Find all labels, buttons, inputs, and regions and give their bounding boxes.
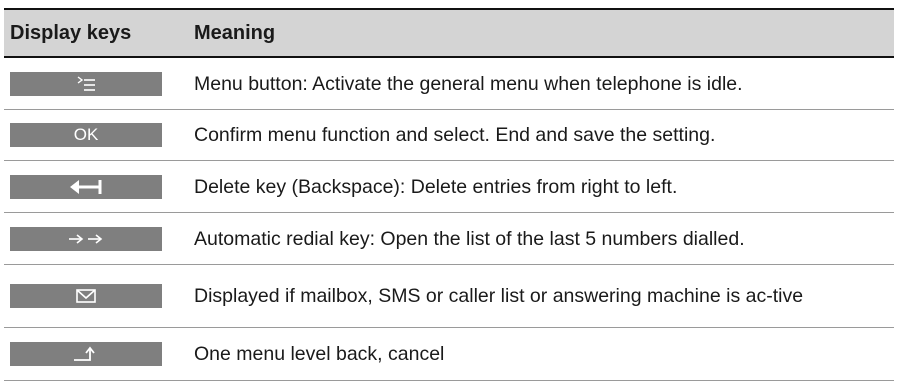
table-row: Delete key (Backspace): Delete entries f… bbox=[4, 160, 894, 213]
meaning-cell: Confirm menu function and select. End an… bbox=[184, 109, 894, 161]
meaning-cell: Delete key (Backspace): Delete entries f… bbox=[184, 160, 894, 213]
table-row: One menu level back, cancel bbox=[4, 327, 894, 381]
table-row: Automatic redial key: Open the list of t… bbox=[4, 212, 894, 265]
ok-icon: OK bbox=[73, 125, 99, 144]
menu-icon bbox=[77, 75, 95, 91]
backspace-key bbox=[10, 174, 162, 199]
backspace-icon bbox=[70, 179, 102, 194]
display-keys-table: Display keys Meaning Menu button: Activa… bbox=[4, 8, 894, 381]
meaning-cell: Menu button: Activate the general menu w… bbox=[184, 57, 894, 110]
column-header-meaning: Meaning bbox=[194, 21, 276, 44]
table-row: OK Confirm menu function and select. End… bbox=[4, 109, 894, 161]
ok-key: OK bbox=[10, 123, 162, 147]
table-row: Menu button: Activate the general menu w… bbox=[4, 57, 894, 110]
meaning-cell: One menu level back, cancel bbox=[184, 327, 894, 381]
meaning-cell: Displayed if mailbox, SMS or caller list… bbox=[184, 264, 894, 328]
table-header-row: Display keys Meaning bbox=[4, 9, 894, 57]
column-header-display-keys: Display keys bbox=[10, 21, 132, 44]
meaning-cell: Automatic redial key: Open the list of t… bbox=[184, 212, 894, 265]
back-icon bbox=[74, 346, 95, 361]
table-row: Displayed if mailbox, SMS or caller list… bbox=[4, 264, 894, 328]
redial-key bbox=[10, 226, 162, 251]
menu-key bbox=[10, 71, 162, 96]
envelope-icon bbox=[76, 289, 96, 303]
redial-icon bbox=[69, 233, 103, 244]
message-key bbox=[10, 284, 162, 308]
display-keys-table-wrapper: Display keys Meaning Menu button: Activa… bbox=[4, 8, 894, 381]
